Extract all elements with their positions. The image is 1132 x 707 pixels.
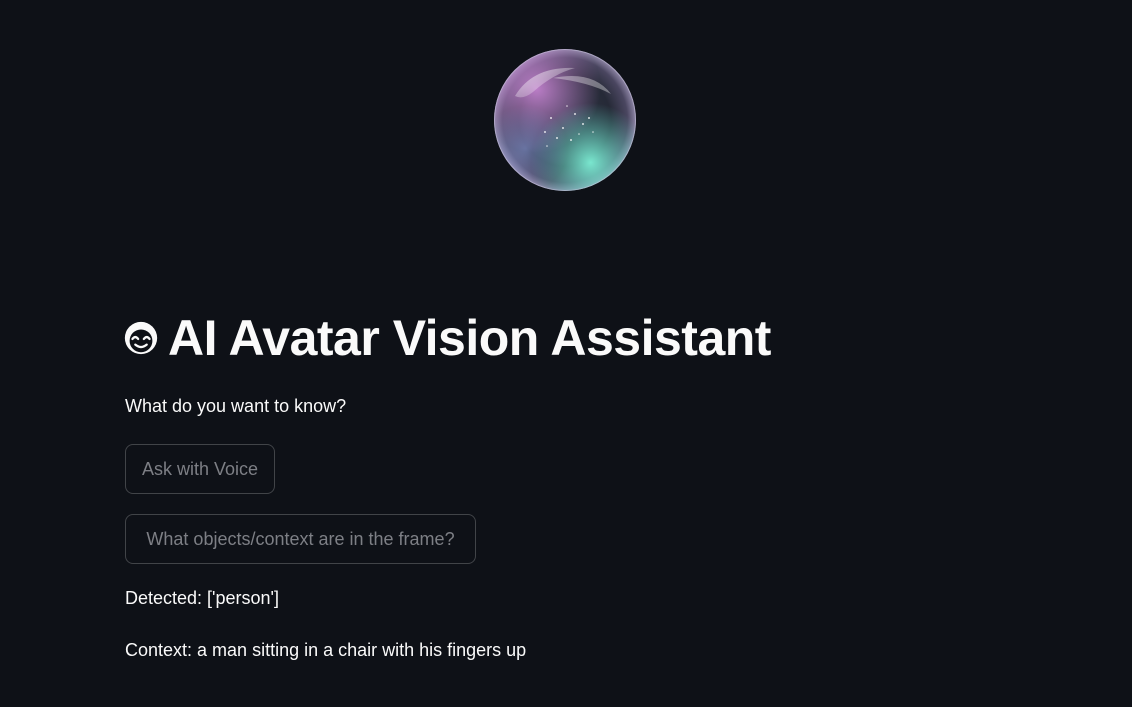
ask-with-voice-button[interactable]: Ask with Voice — [125, 444, 275, 494]
objects-context-button[interactable]: What objects/context are in the frame? — [125, 514, 476, 564]
avatar-orb — [494, 49, 636, 191]
smiling-face-icon — [124, 321, 158, 355]
context-description-text: Context: a man sitting in a chair with h… — [125, 640, 527, 660]
detected-objects-text: Detected: ['person'] — [125, 588, 279, 608]
app-root: AI Avatar Vision Assistant What do you w… — [0, 0, 1132, 707]
page-title: AI Avatar Vision Assistant — [168, 310, 771, 366]
question-prompt: What do you want to know? — [125, 396, 347, 416]
page-title-row: AI Avatar Vision Assistant — [122, 306, 771, 370]
